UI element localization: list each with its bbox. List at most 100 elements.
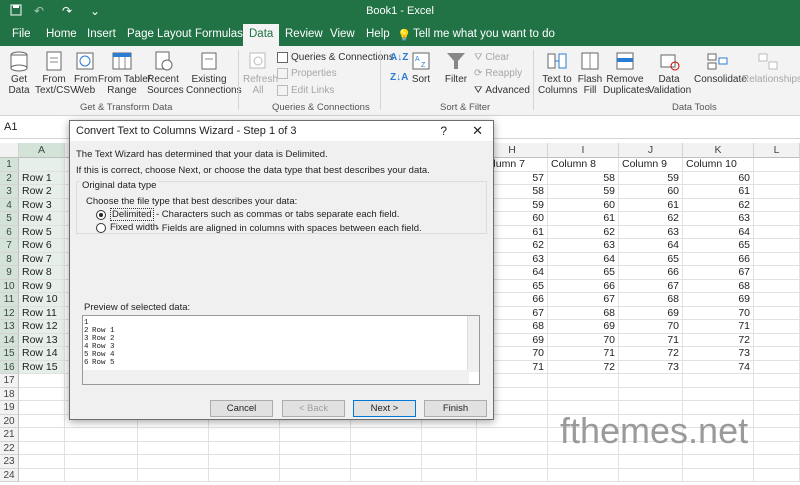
cell-a17[interactable] xyxy=(19,374,65,388)
cell-h24[interactable] xyxy=(477,468,548,482)
cell-a23[interactable] xyxy=(19,455,65,469)
row-header[interactable]: 5 xyxy=(0,212,19,226)
sort-button[interactable]: AZ Sort xyxy=(408,50,434,85)
cell-l2[interactable] xyxy=(754,171,800,185)
get-data-button[interactable]: Get Data xyxy=(4,50,34,96)
cell-k12[interactable]: 70 xyxy=(683,306,754,320)
row-header[interactable]: 16 xyxy=(0,360,19,374)
row-header[interactable]: 23 xyxy=(0,455,19,469)
preview-horizontal-scrollbar[interactable] xyxy=(83,370,469,384)
row-header[interactable]: 8 xyxy=(0,252,19,266)
cell-j23[interactable] xyxy=(619,455,683,469)
cell-b24[interactable] xyxy=(65,468,138,482)
refresh-all-button[interactable]: Refresh All xyxy=(243,50,278,96)
tell-me-search[interactable]: Tell me what you want to do xyxy=(413,28,555,40)
row-header[interactable]: 7 xyxy=(0,239,19,253)
column-header-a[interactable]: A xyxy=(19,143,65,158)
cell-a11[interactable]: Row 10 xyxy=(19,293,65,307)
row-header[interactable]: 4 xyxy=(0,198,19,212)
cell-h23[interactable] xyxy=(477,455,548,469)
cell-a4[interactable]: Row 3 xyxy=(19,198,65,212)
cell-j8[interactable]: 65 xyxy=(619,252,683,266)
cell-j11[interactable]: 68 xyxy=(619,293,683,307)
cell-a14[interactable]: Row 13 xyxy=(19,333,65,347)
cell-j1[interactable]: Column 9 xyxy=(619,158,683,172)
cell-b21[interactable] xyxy=(65,428,138,442)
cell-j15[interactable]: 72 xyxy=(619,347,683,361)
cell-a6[interactable]: Row 5 xyxy=(19,225,65,239)
cell-i10[interactable]: 66 xyxy=(548,279,619,293)
recent-sources-button[interactable]: Recent Sources xyxy=(147,50,184,96)
cell-i9[interactable]: 65 xyxy=(548,266,619,280)
column-header-j[interactable]: J xyxy=(619,143,683,158)
tab-help[interactable]: Help xyxy=(366,28,390,40)
cell-i7[interactable]: 63 xyxy=(548,239,619,253)
cell-d22[interactable] xyxy=(209,441,280,455)
cell-k9[interactable]: 67 xyxy=(683,266,754,280)
cell-k23[interactable] xyxy=(683,455,754,469)
row-header[interactable]: 13 xyxy=(0,320,19,334)
cell-i3[interactable]: 59 xyxy=(548,185,619,199)
cell-i14[interactable]: 70 xyxy=(548,333,619,347)
cell-j12[interactable]: 69 xyxy=(619,306,683,320)
preview-vertical-scrollbar[interactable] xyxy=(467,316,479,372)
name-box[interactable]: A1 xyxy=(4,121,17,133)
tab-file[interactable]: File xyxy=(12,28,31,40)
cell-i4[interactable]: 60 xyxy=(548,198,619,212)
cell-j5[interactable]: 62 xyxy=(619,212,683,226)
row-header[interactable]: 19 xyxy=(0,401,19,415)
cell-l13[interactable] xyxy=(754,320,800,334)
row-header[interactable]: 15 xyxy=(0,347,19,361)
cell-i15[interactable]: 71 xyxy=(548,347,619,361)
cell-h21[interactable] xyxy=(477,428,548,442)
cell-c24[interactable] xyxy=(138,468,209,482)
tab-view[interactable]: View xyxy=(330,28,355,40)
tab-home[interactable]: Home xyxy=(46,28,77,40)
cell-j14[interactable]: 71 xyxy=(619,333,683,347)
cell-j13[interactable]: 70 xyxy=(619,320,683,334)
cell-h22[interactable] xyxy=(477,441,548,455)
cell-a15[interactable]: Row 14 xyxy=(19,347,65,361)
cancel-button[interactable]: Cancel xyxy=(210,400,273,417)
row-header[interactable]: 24 xyxy=(0,468,19,482)
help-button[interactable]: ? xyxy=(440,121,447,141)
cell-a18[interactable] xyxy=(19,387,65,401)
column-header-i[interactable]: I xyxy=(548,143,619,158)
cell-k18[interactable] xyxy=(683,387,754,401)
cell-j2[interactable]: 59 xyxy=(619,171,683,185)
cell-a22[interactable] xyxy=(19,441,65,455)
cell-a3[interactable]: Row 2 xyxy=(19,185,65,199)
cell-l7[interactable] xyxy=(754,239,800,253)
cell-i2[interactable]: 58 xyxy=(548,171,619,185)
back-button[interactable]: < Back xyxy=(282,400,345,417)
cell-j17[interactable] xyxy=(619,374,683,388)
text-to-columns-button[interactable]: Text to Columns xyxy=(538,50,577,96)
finish-button[interactable]: Finish xyxy=(424,400,487,417)
cell-k14[interactable]: 72 xyxy=(683,333,754,347)
cell-k13[interactable]: 71 xyxy=(683,320,754,334)
cell-a10[interactable]: Row 9 xyxy=(19,279,65,293)
tab-review[interactable]: Review xyxy=(285,28,323,40)
cell-e24[interactable] xyxy=(280,468,351,482)
tab-page-layout[interactable]: Page Layout xyxy=(127,28,192,40)
cell-i8[interactable]: 64 xyxy=(548,252,619,266)
remove-duplicates-button[interactable]: Remove Duplicates xyxy=(603,50,650,96)
cell-f21[interactable] xyxy=(351,428,422,442)
column-header-k[interactable]: K xyxy=(683,143,754,158)
filter-button[interactable]: Filter xyxy=(443,50,469,85)
flash-fill-button[interactable]: Flash Fill xyxy=(577,50,603,96)
cell-k24[interactable] xyxy=(683,468,754,482)
row-header[interactable]: 22 xyxy=(0,441,19,455)
cell-i5[interactable]: 61 xyxy=(548,212,619,226)
cell-i6[interactable]: 62 xyxy=(548,225,619,239)
row-header[interactable]: 21 xyxy=(0,428,19,442)
cell-i1[interactable]: Column 8 xyxy=(548,158,619,172)
cell-a21[interactable] xyxy=(19,428,65,442)
cell-j6[interactable]: 63 xyxy=(619,225,683,239)
row-header[interactable]: 10 xyxy=(0,279,19,293)
select-all-corner[interactable] xyxy=(0,143,19,158)
cell-l18[interactable] xyxy=(754,387,800,401)
cell-a5[interactable]: Row 4 xyxy=(19,212,65,226)
cell-e23[interactable] xyxy=(280,455,351,469)
cell-f24[interactable] xyxy=(351,468,422,482)
